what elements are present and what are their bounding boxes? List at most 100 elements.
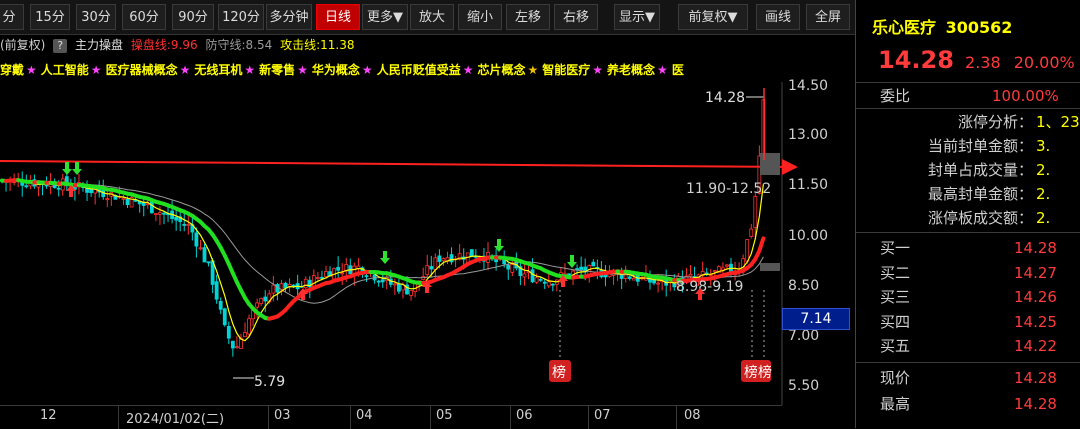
candle-body [397, 284, 400, 291]
date-tick-label: 04 [356, 408, 373, 423]
candle-body [316, 277, 319, 278]
candle-body [410, 290, 413, 295]
limit-analysis-row: 最高封单金额：2. [856, 182, 1080, 206]
quote-value: 14.28 [1014, 366, 1057, 390]
candle-body [689, 274, 692, 276]
limit-analysis-value: 2. [1036, 158, 1050, 182]
kline-chart[interactable]: 14.285.7911.90-12.528.98-9.19榜榜榜 [0, 0, 855, 405]
current-price-value: 7.14 [800, 311, 831, 327]
limit-analysis-label: 涨停分析： [958, 110, 1033, 134]
bid-row: 买一 14.28 [856, 236, 1080, 260]
candle-body [231, 341, 234, 348]
weibi-row: 委比 100.00% [856, 84, 1080, 108]
candle-body [657, 283, 660, 284]
stock-name: 乐心医疗 [872, 18, 936, 37]
candle-body [183, 224, 186, 225]
price-tick-label: 14.50 [788, 78, 828, 94]
candle-body [365, 276, 368, 277]
candle-body [86, 188, 89, 192]
candle-body [325, 272, 328, 277]
candle-body [106, 199, 109, 200]
price-tick-label: 5.50 [788, 378, 819, 394]
candle-body [150, 201, 153, 213]
limit-analysis-row: 涨停板成交额：2. [856, 206, 1080, 230]
candle-body [754, 196, 757, 227]
limit-analysis-value: 2. [1036, 182, 1050, 206]
date-divider [350, 406, 351, 429]
candle-body [223, 309, 226, 325]
candle-body [219, 301, 222, 309]
date-tick-label: 07 [594, 408, 611, 423]
candle-body [284, 283, 287, 288]
bid-label: 买一 [880, 236, 910, 260]
candle-body [337, 267, 340, 270]
price-zone-box [760, 263, 780, 271]
bid-row: 买三14.26 [856, 285, 1080, 309]
quote-label: 最高 [880, 392, 910, 416]
bid-label: 买二 [880, 261, 910, 285]
bid-price: 14.22 [1014, 334, 1057, 358]
candle-body [244, 332, 247, 336]
candle-body [725, 265, 728, 266]
candle-body [187, 224, 190, 225]
candle-body [377, 281, 380, 282]
candle-body [304, 279, 307, 287]
quote-row: 最高14.28 [856, 392, 1080, 416]
candle-body [264, 297, 267, 301]
date-tick-label: 06 [516, 408, 533, 423]
candle-body [523, 274, 526, 277]
date-tick-label: 2024/01/02(二) [126, 408, 224, 427]
candle-body [154, 214, 157, 215]
lower-zone-label: 8.98-9.19 [676, 279, 743, 295]
limit-analysis-value: 3. [1036, 134, 1050, 158]
bid-price: 14.27 [1014, 261, 1057, 285]
divider [856, 232, 1080, 233]
candle-body [539, 279, 542, 280]
stock-code: 300562 [946, 18, 1013, 37]
limit-analysis-label: 涨停板成交额： [928, 206, 1033, 230]
board-badge-label: 榜 [758, 364, 772, 381]
bid-label: 买三 [880, 285, 910, 309]
date-divider [430, 406, 431, 429]
candle-body [235, 347, 238, 348]
candle-body [507, 265, 510, 269]
candle-body [122, 198, 125, 199]
candle-body [341, 273, 344, 274]
candle-body [146, 204, 149, 205]
candle-body [260, 299, 263, 304]
price-zone-box [760, 153, 780, 175]
price-change-pct: 20.00% [1014, 53, 1075, 72]
date-divider [676, 406, 677, 429]
arrow-right-icon [782, 159, 798, 175]
candle-body [426, 266, 429, 275]
date-divider [118, 406, 119, 429]
limit-analysis-label: 当前封单金额： [928, 134, 1033, 158]
current-price-tag: 7.14 [782, 308, 850, 330]
price-tick-label: 10.00 [788, 228, 828, 244]
candle-body [207, 262, 210, 263]
price-tick-label: 8.50 [788, 278, 819, 294]
candle-body [381, 280, 384, 282]
candle-body [576, 269, 579, 270]
candle-body [450, 255, 453, 262]
divider [856, 108, 1080, 109]
candle-body [248, 319, 251, 334]
date-divider [268, 406, 269, 429]
divider [856, 362, 1080, 363]
candle-body [628, 277, 631, 279]
candle-body [25, 186, 28, 187]
candle-body [430, 266, 433, 268]
candle-body [434, 258, 437, 270]
candle-body [592, 262, 595, 266]
bid-row: 买四14.25 [856, 310, 1080, 334]
low-price-label: 5.79 [254, 374, 285, 390]
candle-body [90, 189, 93, 192]
date-divider [510, 406, 511, 429]
bid-price: 14.25 [1014, 310, 1057, 334]
date-axis: 122024/01/02(二)030405060708 [0, 405, 782, 429]
bid-price: 14.28 [1014, 236, 1057, 260]
board-badge-label: 榜 [744, 364, 758, 381]
plot-area [0, 82, 782, 405]
date-tick-label: 05 [436, 408, 453, 423]
price-tick-label: 7.00 [788, 328, 819, 344]
